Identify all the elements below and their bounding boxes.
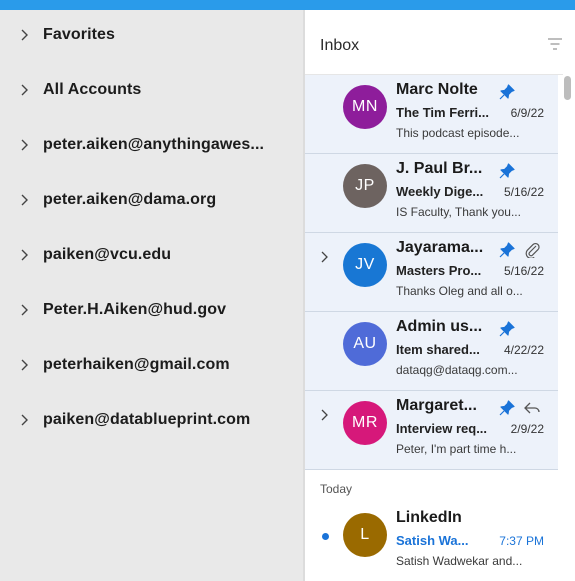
section-header-label: Today bbox=[320, 482, 353, 496]
sidebar-item-label: peter.aiken@dama.org bbox=[43, 191, 217, 208]
message-date: 7:37 PM bbox=[499, 534, 544, 548]
message-subject: Weekly Dige... bbox=[396, 184, 484, 199]
avatar: JP bbox=[343, 164, 387, 208]
reply-arrow-icon bbox=[524, 402, 540, 414]
avatar: AU bbox=[343, 322, 387, 366]
chevron-right-icon bbox=[21, 29, 28, 41]
message-sender: Admin us... bbox=[396, 318, 483, 335]
message-preview: Satish Wadwekar and... bbox=[396, 554, 523, 568]
message-preview: dataqg@dataqg.com... bbox=[396, 363, 518, 377]
window-top-accent-bar bbox=[0, 0, 575, 10]
message-preview: Peter, I'm part time h... bbox=[396, 442, 517, 456]
message-sender: LinkedIn bbox=[396, 509, 462, 526]
sidebar-item-label: Peter.H.Aiken@hud.gov bbox=[43, 301, 227, 318]
thread-expand-chevron-icon[interactable] bbox=[320, 408, 330, 422]
sidebar-item-account[interactable]: paiken@vcu.edu bbox=[0, 235, 305, 275]
message-subject: Item shared... bbox=[396, 342, 480, 357]
sidebar-item-label: Favorites bbox=[43, 26, 116, 43]
message-date: 6/9/22 bbox=[510, 106, 544, 120]
sidebar-item-account[interactable]: Peter.H.Aiken@hud.gov bbox=[0, 290, 305, 330]
avatar: MN bbox=[343, 85, 387, 129]
sidebar-item-label: paiken@datablueprint.com bbox=[43, 411, 251, 428]
sidebar-item-account[interactable]: peterhaiken@gmail.com bbox=[0, 345, 305, 385]
sidebar-item-label: peterhaiken@gmail.com bbox=[43, 356, 230, 373]
filter-icon[interactable] bbox=[547, 37, 563, 51]
sidebar-item-label: peter.aiken@anythingawes... bbox=[43, 136, 265, 153]
message-preview: Thanks Oleg and all o... bbox=[396, 284, 523, 298]
message-subject: Masters Pro... bbox=[396, 263, 482, 278]
chevron-right-icon bbox=[21, 139, 28, 151]
sidebar-item-account[interactable]: paiken@datablueprint.com bbox=[0, 400, 305, 440]
message-sender: Margaret... bbox=[396, 397, 477, 414]
message-preview: This podcast episode... bbox=[396, 126, 520, 140]
message-list-scrollbar[interactable] bbox=[563, 74, 572, 581]
chevron-right-icon bbox=[21, 249, 28, 261]
attachment-paperclip-icon bbox=[525, 242, 540, 258]
pin-icon[interactable] bbox=[499, 321, 515, 337]
message-preview: IS Faculty, Thank you... bbox=[396, 205, 521, 219]
message-subject: The Tim Ferri... bbox=[396, 105, 489, 120]
message-row[interactable]: MN Marc Nolte The Tim Ferri... 6/9/22 Th… bbox=[305, 75, 558, 154]
message-row[interactable]: AU Admin us... Item shared... 4/22/22 da… bbox=[305, 312, 558, 391]
chevron-right-icon bbox=[21, 194, 28, 206]
pin-icon[interactable] bbox=[499, 400, 515, 416]
sidebar-item-favorites[interactable]: Favorites bbox=[0, 15, 305, 55]
chevron-right-icon bbox=[21, 304, 28, 316]
scrollbar-thumb[interactable] bbox=[564, 76, 571, 100]
message-date: 5/16/22 bbox=[503, 185, 544, 199]
message-sender: Jayarama... bbox=[396, 239, 484, 256]
sidebar-item-label: All Accounts bbox=[43, 81, 142, 98]
chevron-right-icon bbox=[21, 359, 28, 371]
sidebar-item-account[interactable]: peter.aiken@dama.org bbox=[0, 180, 305, 220]
avatar: JV bbox=[343, 243, 387, 287]
sidebar-item-account[interactable]: peter.aiken@anythingawes... bbox=[0, 125, 305, 165]
pin-icon[interactable] bbox=[499, 163, 515, 179]
chevron-right-icon bbox=[21, 84, 28, 96]
message-row[interactable]: JP J. Paul Br... Weekly Dige... 5/16/22 … bbox=[305, 154, 558, 233]
message-date: 5/16/22 bbox=[503, 264, 544, 278]
section-header-today: Today bbox=[305, 472, 558, 502]
message-row[interactable]: L LinkedIn Satish Wa... 7:37 PM Satish W… bbox=[305, 503, 558, 581]
thread-expand-chevron-icon[interactable] bbox=[320, 250, 330, 264]
page-title: Inbox bbox=[320, 37, 360, 54]
avatar: L bbox=[343, 513, 387, 557]
unread-indicator-dot bbox=[322, 533, 329, 540]
pin-icon[interactable] bbox=[499, 84, 515, 100]
avatar: MR bbox=[343, 401, 387, 445]
chevron-right-icon bbox=[21, 414, 28, 426]
sidebar-item-all-accounts[interactable]: All Accounts bbox=[0, 70, 305, 110]
message-list-header: Inbox bbox=[305, 10, 567, 75]
message-subject: Interview req... bbox=[396, 421, 488, 436]
message-subject: Satish Wa... bbox=[396, 533, 469, 548]
message-sender: J. Paul Br... bbox=[396, 160, 483, 177]
message-row[interactable]: MR Margaret... Interview req... 2/9/22 P… bbox=[305, 391, 558, 470]
message-date: 2/9/22 bbox=[510, 422, 544, 436]
pin-icon[interactable] bbox=[499, 242, 515, 258]
sidebar-item-label: paiken@vcu.edu bbox=[43, 246, 172, 263]
message-date: 4/22/22 bbox=[503, 343, 544, 357]
message-row[interactable]: JV Jayarama... Masters Pro... 5/16/22 Th… bbox=[305, 233, 558, 312]
accounts-sidebar: Favorites All Accounts peter.aiken@anyth… bbox=[0, 10, 305, 581]
message-sender: Marc Nolte bbox=[396, 81, 478, 98]
